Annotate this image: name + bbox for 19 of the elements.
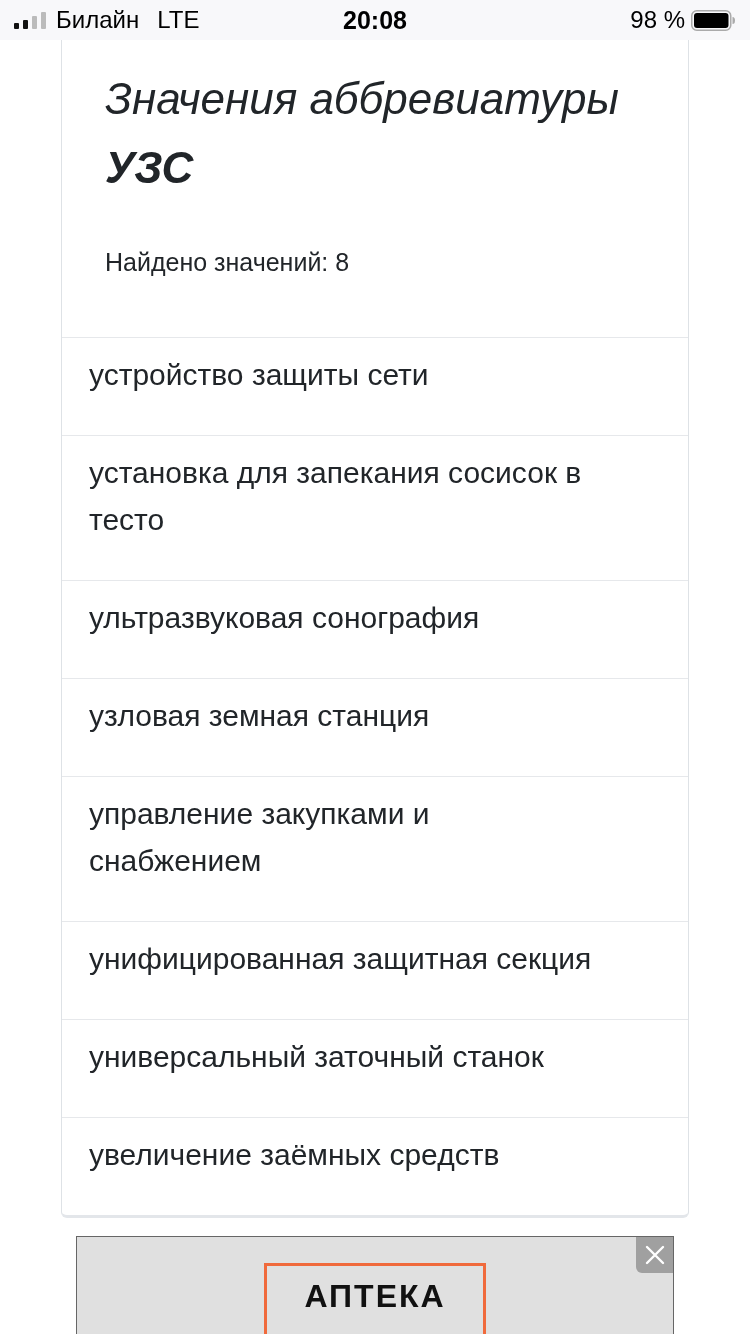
page-title: Значения аббревиатуры УЗС (105, 73, 620, 194)
meaning-item[interactable]: унифицированная защитная секция (62, 922, 688, 1020)
close-button[interactable] (636, 1237, 673, 1273)
result-count: Найдено значений: 8 (105, 247, 351, 278)
meaning-item[interactable]: устройство защиты сети (62, 338, 688, 436)
status-time: 20:08 (343, 5, 407, 35)
meaning-item[interactable]: узловая земная станция (62, 679, 688, 777)
meaning-item[interactable]: установка для запекания сосисок в тесто (62, 436, 688, 581)
network-type: LTE (157, 6, 200, 34)
carrier-name: Билайн (56, 6, 140, 34)
signal-icon (14, 11, 46, 29)
battery-icon (691, 9, 735, 31)
close-icon (644, 1245, 665, 1265)
meaning-item[interactable]: ультразвуковая сонография (62, 581, 688, 679)
ad-button[interactable]: АПТЕКА (264, 1263, 486, 1334)
meaning-item[interactable]: управление закупками и снабжением (62, 777, 688, 922)
battery-percent: 98 % (630, 6, 685, 34)
meaning-item[interactable]: универсальный заточный станок (62, 1020, 688, 1118)
meaning-item[interactable]: увеличение заёмных средств (62, 1118, 688, 1215)
